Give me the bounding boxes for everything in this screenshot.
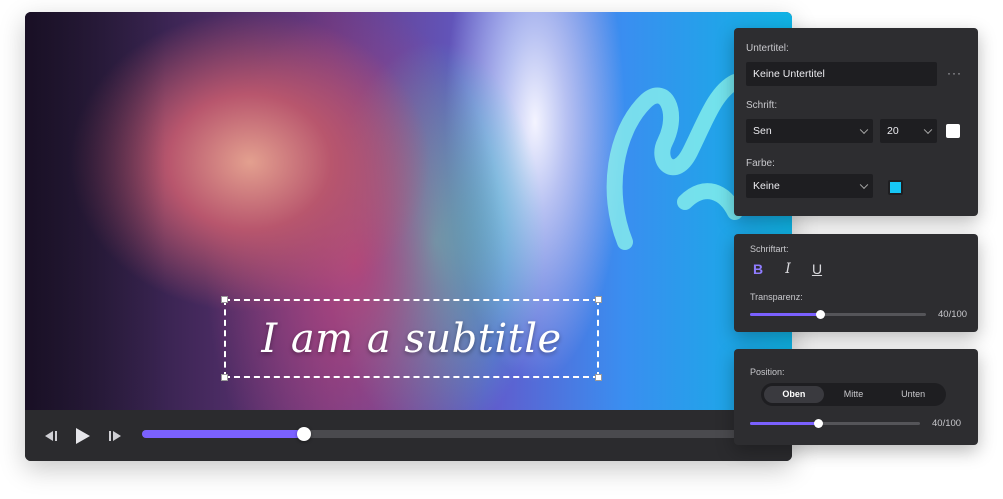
skip-forward-icon[interactable] (105, 426, 125, 446)
background-color-swatch[interactable] (888, 180, 903, 195)
position-option-bottom[interactable]: Unten (883, 386, 943, 403)
more-options-icon[interactable]: ··· (947, 66, 962, 80)
chevron-down-icon (923, 125, 933, 135)
font-label: Schrift: (746, 100, 778, 111)
resize-handle-top-right[interactable] (595, 296, 602, 303)
position-slider-knob[interactable] (814, 419, 823, 428)
font-select-value: Sen (753, 125, 772, 137)
resize-handle-bottom-right[interactable] (595, 374, 602, 381)
subtitle-selection-box[interactable]: I am a subtitle (221, 296, 602, 381)
play-icon[interactable] (71, 425, 93, 447)
transparency-label: Transparenz: (750, 292, 803, 302)
position-value: 40/100 (932, 418, 962, 429)
subtitle-select[interactable]: Keine Untertitel (746, 62, 937, 86)
skip-back-icon[interactable] (41, 426, 61, 446)
subtitle-select-value: Keine Untertitel (753, 68, 825, 80)
position-option-top[interactable]: Oben (764, 386, 824, 403)
color-select-value: Keine (753, 180, 780, 192)
video-shade (25, 12, 165, 410)
playback-progress-fill (142, 430, 304, 438)
font-select[interactable]: Sen (746, 119, 873, 143)
resize-handle-bottom-left[interactable] (221, 374, 228, 381)
subtitle-settings-panel: Untertitel: Keine Untertitel ··· Schrift… (734, 28, 978, 216)
chevron-down-icon (859, 125, 869, 135)
font-style-panel: Schriftart: B I U Transparenz: 40/100 (734, 234, 978, 332)
font-color-swatch[interactable] (946, 124, 960, 138)
bold-button[interactable]: B (750, 261, 766, 279)
transparency-slider-knob[interactable] (816, 310, 826, 319)
subtitle-text[interactable]: I am a subtitle (261, 316, 561, 362)
italic-button[interactable]: I (780, 261, 796, 279)
position-option-middle[interactable]: Mitte (824, 386, 884, 403)
resize-handle-top-left[interactable] (221, 296, 228, 303)
playback-progress-bar[interactable] (142, 427, 742, 441)
transparency-slider-fill (750, 313, 821, 316)
neon-sign (606, 74, 743, 250)
transparency-slider[interactable] (750, 310, 926, 319)
chevron-down-icon (859, 180, 869, 190)
position-slider[interactable] (750, 419, 920, 428)
color-select[interactable]: Keine (746, 174, 873, 198)
position-label: Position: (750, 367, 785, 377)
position-slider-fill (750, 422, 818, 425)
position-segmented-control: Oben Mitte Unten (761, 383, 946, 406)
video-player: I am a subtitle (25, 12, 792, 461)
transparency-value: 40/100 (938, 309, 968, 320)
subtitle-label: Untertitel: (746, 43, 789, 54)
underline-button[interactable]: U (809, 261, 825, 279)
font-style-label: Schriftart: (750, 244, 789, 254)
font-size-value: 20 (887, 125, 899, 137)
position-panel: Position: Oben Mitte Unten 40/100 (734, 349, 978, 445)
font-size-select[interactable]: 20 (880, 119, 937, 143)
video-frame[interactable]: I am a subtitle (25, 12, 792, 410)
player-controls (25, 410, 792, 461)
playback-scrubber[interactable] (297, 427, 311, 441)
color-label: Farbe: (746, 158, 775, 169)
